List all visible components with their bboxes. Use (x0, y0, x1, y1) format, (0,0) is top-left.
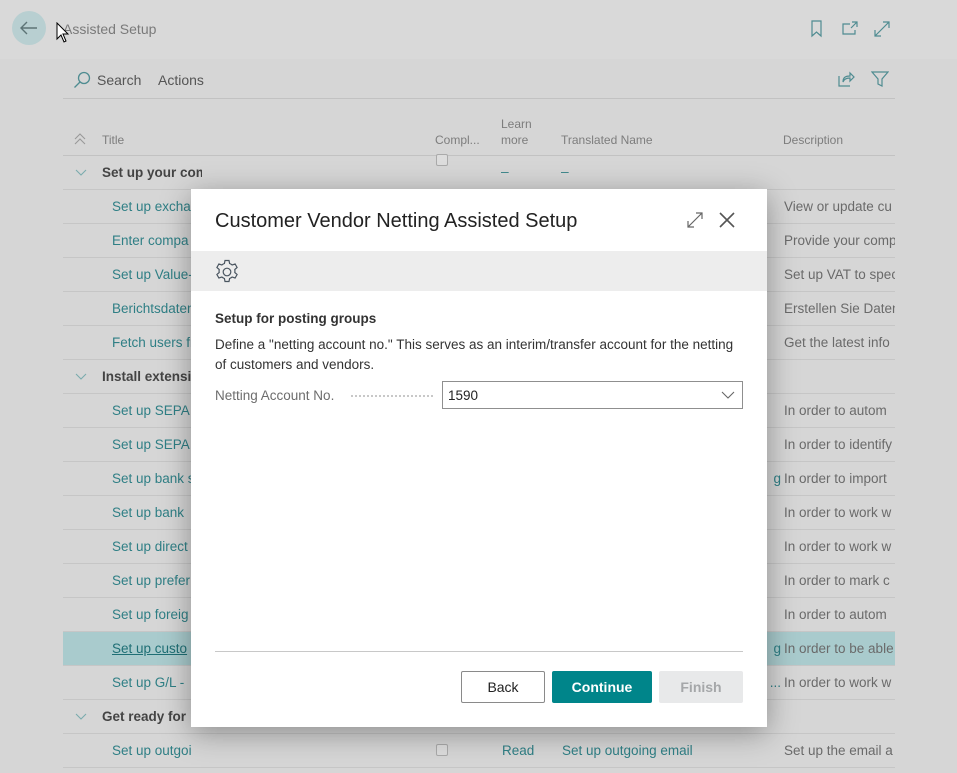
description: In order to autom (784, 403, 887, 418)
setup-title-link[interactable]: Set up custo (112, 641, 192, 656)
mouse-cursor-icon (56, 22, 70, 43)
chevron-down-icon[interactable] (75, 166, 87, 181)
setup-title-link[interactable]: Set up SEPA (112, 437, 192, 452)
header-learn-more-line1[interactable]: Learn (501, 117, 532, 131)
setup-title-link[interactable]: Fetch users fr (112, 335, 192, 350)
section-title: Setup for posting groups (215, 311, 377, 326)
description: In order to import (784, 471, 887, 486)
netting-account-label: Netting Account No. (215, 388, 335, 403)
bookmark-icon[interactable] (809, 20, 827, 38)
setup-title-link[interactable]: Set up excha (112, 199, 192, 214)
setup-title-link[interactable]: Set up G/L - (112, 675, 192, 690)
setup-title-link[interactable]: Set up SEPA (112, 403, 192, 418)
back-arrow-icon (20, 21, 37, 35)
back-button[interactable] (12, 11, 46, 45)
netting-account-value[interactable]: 1590 (448, 388, 478, 403)
description: View or update cu (784, 199, 892, 214)
group-title[interactable]: Get ready for (102, 709, 202, 724)
learn-more-link[interactable]: _ (501, 158, 509, 173)
search-label: Search (97, 72, 142, 88)
setup-title-link[interactable]: Set up prefer (112, 573, 192, 588)
setup-title-link[interactable]: Set up outgoing email (112, 743, 192, 758)
close-icon (719, 212, 735, 228)
description: Erstellen Sie Daten (784, 301, 895, 316)
continue-button[interactable]: Continue (552, 671, 652, 703)
filter-icon[interactable] (871, 70, 889, 88)
setup-title-link[interactable]: Set up Value- (112, 267, 192, 282)
section-description: Define a "netting account no." This serv… (215, 337, 734, 372)
description: Set up VAT to spec (784, 267, 895, 282)
finish-button[interactable]: Finish (659, 671, 743, 703)
netting-setup-dialog: Customer Vendor Netting Assisted Setup S… (191, 189, 767, 727)
description: In order to mark c (784, 573, 890, 588)
description: In order to autom (784, 607, 887, 622)
translated-name[interactable]: _ (561, 158, 569, 173)
dialog-title: Customer Vendor Netting Assisted Setup (215, 210, 578, 232)
expand-icon[interactable] (873, 20, 891, 38)
actions-menu-button[interactable]: Actions (158, 72, 204, 88)
description: Provide your comp (784, 233, 895, 248)
page-title: Assisted Setup (63, 21, 157, 37)
completed-checkbox[interactable] (436, 154, 448, 166)
header-title[interactable]: Title (102, 133, 124, 147)
description: In order to be able (784, 641, 894, 656)
description: In order to work w (784, 505, 892, 520)
back-button[interactable]: Back (461, 671, 545, 703)
expand-icon (687, 212, 703, 228)
dialog-expand-button[interactable] (686, 211, 704, 229)
description: In order to work w (784, 675, 892, 690)
description: In order to work w (784, 539, 892, 554)
chevron-down-icon[interactable] (721, 390, 735, 400)
setup-title-link[interactable]: Enter compa (112, 233, 192, 248)
learn-more-link[interactable]: Read (502, 743, 534, 758)
header-completed[interactable]: Compl... (435, 133, 480, 147)
group-row[interactable]: Set up your company _ _ (63, 154, 895, 190)
search-button[interactable]: Search (73, 71, 141, 89)
open-new-window-icon[interactable] (841, 20, 859, 38)
group-title[interactable]: Set up your company (102, 165, 202, 180)
label-leader-dots (351, 395, 433, 397)
group-title[interactable]: Install extensi (102, 369, 202, 384)
description: Set up the email a (784, 743, 893, 758)
dialog-close-button[interactable] (717, 210, 737, 230)
grid-header: Title Compl... Learn more Translated Nam… (63, 110, 895, 156)
header-description[interactable]: Description (783, 133, 843, 147)
setup-title-link[interactable]: Set up direct (112, 539, 192, 554)
setup-title-link[interactable]: Set up bank s (112, 471, 192, 486)
action-bar: Search Actions (63, 59, 895, 99)
table-row[interactable]: Set up outgoing email Read Set up outgoing… (63, 734, 895, 768)
gear-icon (216, 259, 238, 283)
translated-name[interactable]: Set up outgoing email (562, 743, 693, 758)
setup-title-link[interactable]: Set up foreig (112, 607, 192, 622)
completed-checkbox[interactable] (436, 744, 448, 756)
description: Get the latest info (784, 335, 890, 350)
chevron-down-icon[interactable] (75, 370, 87, 385)
chevron-down-icon[interactable] (75, 710, 87, 725)
netting-account-field[interactable]: 1590 (442, 381, 743, 409)
collapse-all-icon[interactable] (73, 132, 87, 149)
description: In order to identify (784, 437, 893, 452)
footer-divider (215, 651, 743, 652)
dialog-step-band (191, 251, 767, 291)
share-icon[interactable] (837, 70, 855, 88)
search-icon (74, 71, 91, 88)
top-bar: Assisted Setup (0, 0, 957, 59)
setup-title-link[interactable]: Berichtsdaten (112, 301, 192, 316)
header-translated-name[interactable]: Translated Name (561, 133, 653, 147)
header-learn-more-line2[interactable]: more (501, 133, 528, 147)
setup-title-link[interactable]: Set up bank (112, 505, 192, 520)
